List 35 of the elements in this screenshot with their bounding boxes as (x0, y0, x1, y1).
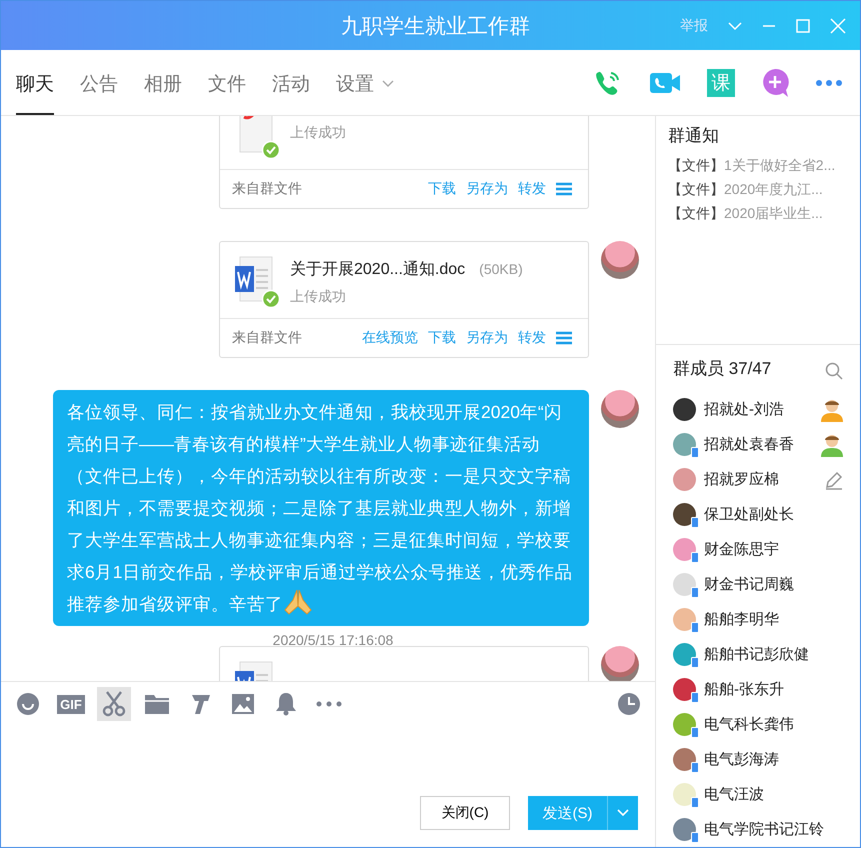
member-name[interactable]: 财金书记周巍 (704, 575, 844, 594)
file-source: 来自群文件 (232, 329, 302, 347)
file-size: (50KB) (479, 260, 523, 276)
timestamp: 2020/5/15 17:16:08 (272, 632, 394, 648)
member-name[interactable]: 招就处-刘浩 (704, 400, 812, 419)
tab[interactable]: 设置 (336, 50, 394, 115)
tab[interactable]: 活动 (272, 50, 310, 115)
notice-item[interactable]: 【文件】2020届毕业生... (668, 205, 860, 223)
close-button[interactable]: 关闭(C) (420, 796, 510, 830)
gif-button[interactable]: GIF (54, 687, 88, 721)
window-title: 九职学生就业工作群 (340, 14, 531, 40)
notice-item[interactable]: 【文件】2020年度九江... (668, 181, 860, 199)
member-name[interactable]: 电气学院书记江铃 (704, 820, 844, 839)
member-name[interactable]: 保卫处副处长 (704, 505, 844, 524)
upload-status: 上传成功 (290, 124, 346, 142)
member-name[interactable]: 船舶书记彭欣健 (704, 645, 844, 664)
tab[interactable]: 文件 (208, 50, 246, 115)
file-name: 关于开展2020...通知.doc (290, 260, 466, 280)
member-name[interactable]: 电气汪波 (704, 785, 844, 804)
tab[interactable]: 相册 (144, 50, 182, 115)
member-name[interactable]: 电气彭海涛 (704, 750, 844, 769)
members-title: 群成员 37/47 (673, 358, 772, 380)
member-name[interactable]: 招就处袁春香 (704, 435, 812, 454)
tab[interactable]: 公告 (80, 50, 118, 115)
notices-title: 群通知 (668, 125, 720, 147)
member-name[interactable]: 财金陈思宇 (704, 540, 844, 559)
notice-item[interactable]: 【文件】1关于做好全省2... (668, 157, 860, 175)
member-name[interactable]: 电气科长龚伟 (704, 715, 844, 734)
file-source: 来自群文件 (232, 180, 302, 198)
message-bubble: 各位领导、同仁：按省就业办文件通知，我校现开展2020年“闪亮的日子——青春该有的模样”大学生就业人物事迹征集活动（文件已上传），今年的活动较以往有所改变：一是只交文字稿和图片，不需要提交视频；二是除了基层就业典型人物外，新增了大学生军营战士人物事迹征集内容；三是征集时间短，学校要求6月1日前交作品，学校评审后通过学校公众号推送，优秀作品推荐参加省级评审。辛苦了 (53, 390, 589, 626)
tab[interactable]: 聊天 (16, 50, 54, 115)
member-name[interactable]: 招就罗应棉 (704, 470, 816, 489)
upload-status: 上传成功 (290, 288, 346, 306)
member-name[interactable]: 船舶李明华 (704, 610, 844, 629)
member-name[interactable]: 船舶-张东升 (704, 680, 844, 699)
